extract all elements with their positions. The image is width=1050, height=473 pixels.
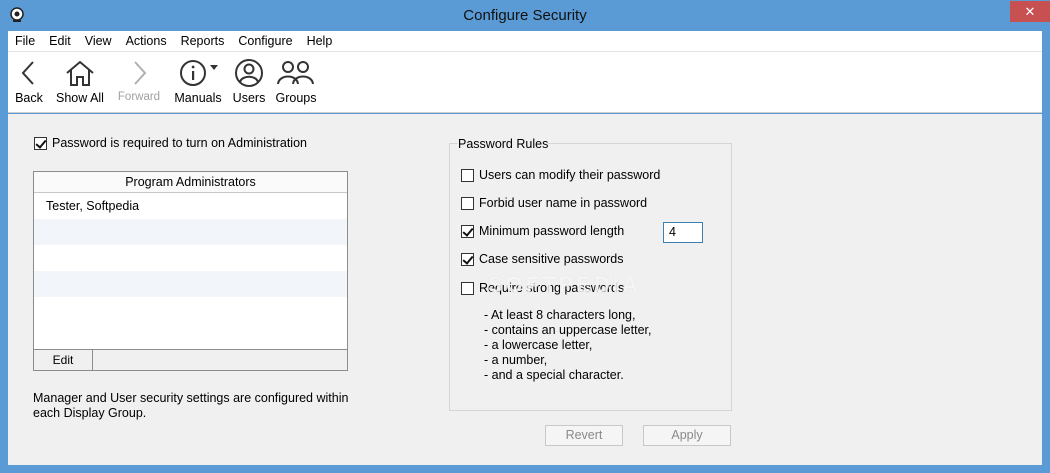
show-all-button[interactable]: Show All: [56, 58, 104, 110]
groups-icon: [277, 61, 314, 85]
menu-reports[interactable]: Reports: [174, 34, 232, 48]
back-button[interactable]: Back: [12, 58, 46, 110]
manuals-button[interactable]: Manuals: [173, 58, 223, 110]
groups-button[interactable]: Groups: [275, 58, 317, 110]
password-required-label: Password is required to turn on Administ…: [52, 136, 307, 150]
users-button[interactable]: Users: [232, 58, 266, 110]
menu-view[interactable]: View: [78, 34, 119, 48]
requirement-item: - and a special character.: [484, 368, 624, 382]
info-icon: [180, 60, 218, 86]
requirement-item: - At least 8 characters long,: [484, 308, 636, 322]
rule-case-sensitive[interactable]: Case sensitive passwords: [461, 252, 624, 266]
configure-security-window: Configure Security ✕ File Edit View Acti…: [0, 0, 1050, 473]
table-row[interactable]: [34, 219, 347, 245]
strong-password-requirements: - At least 8 characters long, - contains…: [484, 308, 651, 383]
min-length-input[interactable]: 4: [663, 222, 703, 243]
back-arrow-icon: [21, 61, 34, 85]
case-sensitive-label: Case sensitive passwords: [479, 252, 624, 266]
rule-strong-passwords[interactable]: Require strong passwords: [461, 281, 624, 295]
users-modify-checkbox[interactable]: [461, 168, 474, 182]
table-row[interactable]: [34, 245, 347, 271]
user-icon: [235, 59, 263, 87]
table-header: Program Administrators: [34, 172, 347, 193]
forward-label: Forward: [117, 91, 161, 103]
requirement-item: - contains an uppercase letter,: [484, 323, 652, 337]
table-row[interactable]: [34, 297, 347, 323]
menu-configure[interactable]: Configure: [231, 34, 299, 48]
home-icon: [66, 60, 94, 86]
show-all-label: Show All: [56, 91, 104, 105]
min-length-checkbox[interactable]: [461, 224, 474, 238]
password-required-checkbox[interactable]: [34, 136, 47, 150]
title-bar: Configure Security ✕: [0, 0, 1050, 31]
edit-button[interactable]: Edit: [34, 350, 93, 370]
forbid-username-checkbox[interactable]: [461, 196, 474, 210]
groups-label: Groups: [275, 91, 317, 105]
users-modify-label: Users can modify their password: [479, 168, 661, 182]
manuals-label: Manuals: [174, 91, 222, 105]
program-administrators-table: Program Administrators Tester, Softpedia…: [33, 171, 348, 371]
table-row[interactable]: [34, 271, 347, 297]
forward-button[interactable]: Forward: [116, 58, 162, 110]
password-required-option[interactable]: Password is required to turn on Administ…: [34, 136, 307, 150]
rule-forbid-username[interactable]: Forbid user name in password: [461, 196, 647, 210]
menu-actions[interactable]: Actions: [119, 34, 174, 48]
password-rules-title: Password Rules: [458, 137, 549, 151]
toolbar: Back Show All Forward Manuals Users Grou…: [8, 51, 1042, 113]
rule-min-length[interactable]: Minimum password length: [461, 224, 624, 238]
close-button[interactable]: ✕: [1010, 1, 1050, 22]
forward-arrow-icon: [134, 61, 147, 85]
requirement-item: - a lowercase letter,: [484, 338, 593, 352]
menu-bar: File Edit View Actions Reports Configure…: [8, 31, 1042, 51]
revert-button[interactable]: Revert: [545, 425, 623, 446]
menu-help[interactable]: Help: [300, 34, 340, 48]
min-length-label: Minimum password length: [479, 224, 625, 238]
forbid-username-label: Forbid user name in password: [479, 196, 648, 210]
rule-users-modify[interactable]: Users can modify their password: [461, 168, 660, 182]
security-note: Manager and User security settings are c…: [33, 391, 349, 420]
strong-passwords-label: Require strong passwords: [479, 281, 625, 295]
case-sensitive-checkbox[interactable]: [461, 252, 474, 266]
requirement-item: - a number,: [484, 353, 548, 367]
table-row[interactable]: Tester, Softpedia: [34, 193, 347, 219]
table-footer: Edit: [34, 349, 347, 370]
content-panel: Password is required to turn on Administ…: [8, 114, 1042, 465]
menu-file[interactable]: File: [8, 34, 42, 48]
users-label: Users: [232, 91, 266, 105]
back-label: Back: [15, 91, 43, 105]
window-title: Configure Security: [463, 7, 587, 24]
menu-edit[interactable]: Edit: [42, 34, 78, 48]
strong-passwords-checkbox[interactable]: [461, 281, 474, 295]
apply-button[interactable]: Apply: [643, 425, 731, 446]
